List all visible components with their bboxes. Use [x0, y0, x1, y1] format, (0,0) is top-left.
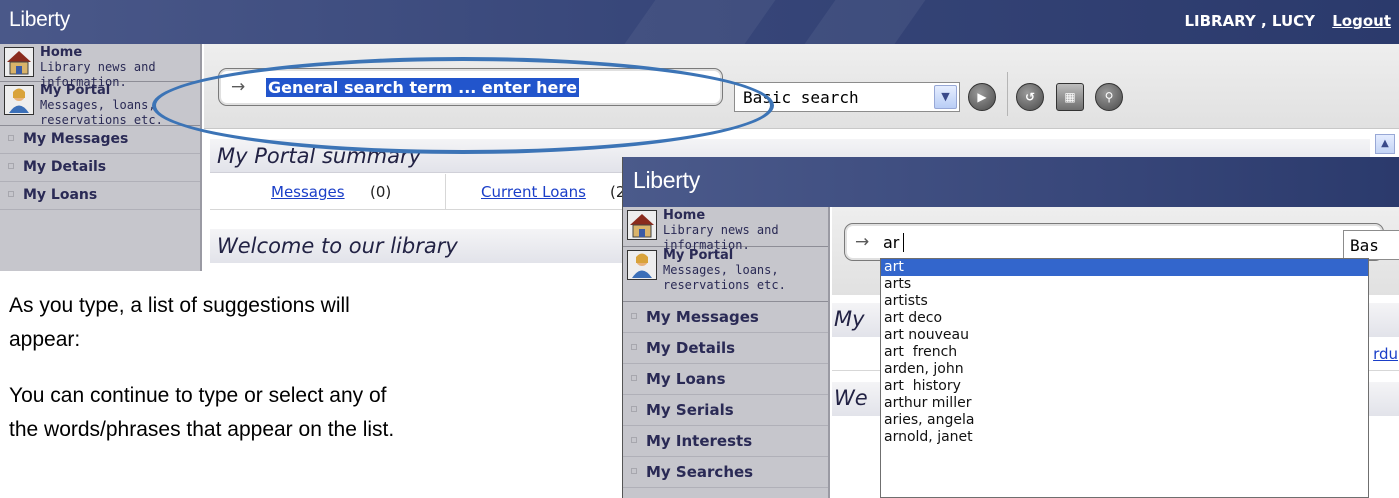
sidebar-item-details[interactable]: My Details — [623, 333, 828, 364]
header-decoration — [804, 0, 926, 44]
bullet-icon — [8, 135, 14, 141]
go-button[interactable]: ▶ — [968, 83, 996, 111]
instruction-line: the words/phrases that appear on the lis… — [9, 418, 395, 441]
sidebar-item-label: My Loans — [23, 187, 98, 203]
suggestion-item[interactable]: artists — [881, 293, 1368, 310]
bullet-icon — [631, 313, 637, 319]
app-header: Liberty — [623, 157, 1399, 207]
bullet-icon — [8, 163, 14, 169]
sidebar-item-searches[interactable]: My Searches — [623, 457, 828, 488]
toolbar-divider — [1007, 72, 1008, 116]
user-icon — [627, 250, 657, 280]
sidebar: Home Library news and information. My Po… — [0, 44, 202, 271]
sidebar-item-interests[interactable]: My Interests — [623, 426, 828, 457]
sidebar-home-title: Home — [663, 208, 706, 223]
sidebar-home-title: Home — [40, 45, 83, 60]
suggestion-item[interactable]: arden, john — [881, 361, 1368, 378]
bullet-icon — [631, 375, 637, 381]
logout-link[interactable]: Logout — [1332, 12, 1391, 30]
summary-title: My — [834, 307, 865, 331]
sidebar-item-home[interactable]: Home Library news and information. — [0, 44, 200, 89]
search-input-value: ar — [883, 233, 900, 252]
sidebar-item-portal[interactable]: My Portal Messages, loans, reservations … — [623, 247, 828, 302]
scroll-up-icon[interactable]: ▲ — [1375, 134, 1395, 154]
text-caret — [903, 233, 904, 252]
instruction-line: As you type, a list of suggestions will — [9, 294, 350, 317]
sidebar: Home Library news and information. My Po… — [623, 207, 830, 498]
sidebar-portal-title: My Portal — [663, 248, 734, 263]
app-header: Liberty LIBRARY , LUCY Logout — [0, 0, 1399, 44]
sidebar-item-label: My Serials — [646, 401, 734, 419]
home-icon — [627, 210, 657, 240]
sidebar-item-serials[interactable]: My Serials — [623, 395, 828, 426]
arrow-icon: → — [855, 232, 870, 252]
header-decoration — [624, 0, 776, 44]
search-input[interactable]: → ar — [844, 223, 1384, 261]
messages-count: (0) — [370, 183, 392, 201]
suggestion-item[interactable]: arthur miller — [881, 395, 1368, 412]
sidebar-item-label: My Details — [646, 339, 736, 357]
sidebar-item-label: My Loans — [646, 370, 726, 388]
welcome-title: We — [834, 386, 868, 410]
summary-cell: Messages (0) — [210, 174, 446, 210]
suggestion-item[interactable]: art french — [881, 344, 1368, 361]
sidebar-item-portal[interactable]: My Portal Messages, loans, reservations … — [0, 82, 200, 127]
suggestion-item[interactable]: art nouveau — [881, 327, 1368, 344]
sidebar-item-messages[interactable]: My Messages — [623, 302, 828, 333]
search-toolbar: → General search term ... enter here Bas… — [204, 44, 1399, 129]
zoom-icon[interactable]: ⚲ — [1095, 83, 1123, 111]
screenshot-autocomplete: Liberty Home Library news and informatio… — [622, 157, 1399, 498]
sidebar-item-details[interactable]: My Details — [0, 154, 200, 182]
bullet-icon — [631, 437, 637, 443]
summary-title: My Portal summary — [217, 144, 422, 168]
search-type-value: Bas — [1350, 236, 1379, 255]
sidebar-item-label: My Interests — [646, 432, 753, 450]
suggestion-list[interactable]: art arts artists art deco art nouveau ar… — [880, 258, 1369, 498]
sidebar-item-label: My Details — [23, 159, 107, 175]
app-logo: Liberty — [9, 8, 70, 31]
search-type-value: Basic search — [743, 88, 859, 107]
bullet-icon — [631, 344, 637, 350]
summary-link[interactable]: rdu — [1373, 345, 1398, 363]
app-logo: Liberty — [633, 167, 700, 193]
sidebar-item-home[interactable]: Home Library news and information. — [623, 207, 828, 252]
suggestion-item[interactable]: arnold, janet — [881, 429, 1368, 446]
bullet-icon — [8, 191, 14, 197]
welcome-title: Welcome to our library — [217, 234, 458, 258]
user-name: LIBRARY , LUCY — [1184, 12, 1315, 30]
clear-icon[interactable]: ▦ — [1056, 83, 1084, 111]
sidebar-portal-desc: Messages, loans, reservations etc. — [663, 263, 786, 292]
suggestion-item[interactable]: art deco — [881, 310, 1368, 327]
bullet-icon — [631, 468, 637, 474]
bullet-icon — [631, 406, 637, 412]
reset-icon[interactable]: ↺ — [1016, 83, 1044, 111]
sidebar-portal-desc: Messages, loans, reservations etc. — [40, 98, 163, 127]
messages-link[interactable]: Messages — [271, 183, 345, 201]
sidebar-item-loans[interactable]: My Loans — [623, 364, 828, 395]
suggestion-item[interactable]: aries, angela — [881, 412, 1368, 429]
suggestion-item[interactable]: art — [881, 259, 1368, 276]
search-input[interactable]: → General search term ... enter here — [218, 68, 723, 106]
user-icon — [4, 85, 34, 115]
search-type-select[interactable]: Bas — [1343, 230, 1399, 260]
instruction-line: You can continue to type or select any o… — [9, 384, 387, 407]
instruction-line: appear: — [9, 328, 81, 351]
suggestion-item[interactable]: art history — [881, 378, 1368, 395]
chevron-down-icon[interactable]: ▼ — [934, 85, 957, 109]
sidebar-item-loans[interactable]: My Loans — [0, 182, 200, 210]
arrow-icon: → — [231, 77, 246, 97]
sidebar-item-label: My Messages — [23, 131, 129, 147]
sidebar-item-messages[interactable]: My Messages — [0, 126, 200, 154]
suggestion-item[interactable]: arts — [881, 276, 1368, 293]
sidebar-item-label: My Messages — [646, 308, 759, 326]
sidebar-item-label: My Searches — [646, 463, 754, 481]
search-type-select[interactable]: Basic search ▼ — [734, 82, 960, 112]
home-icon — [4, 47, 34, 77]
search-input-value: General search term ... enter here — [266, 78, 580, 97]
sidebar-portal-title: My Portal — [40, 83, 111, 98]
current-loans-link[interactable]: Current Loans — [481, 183, 586, 201]
